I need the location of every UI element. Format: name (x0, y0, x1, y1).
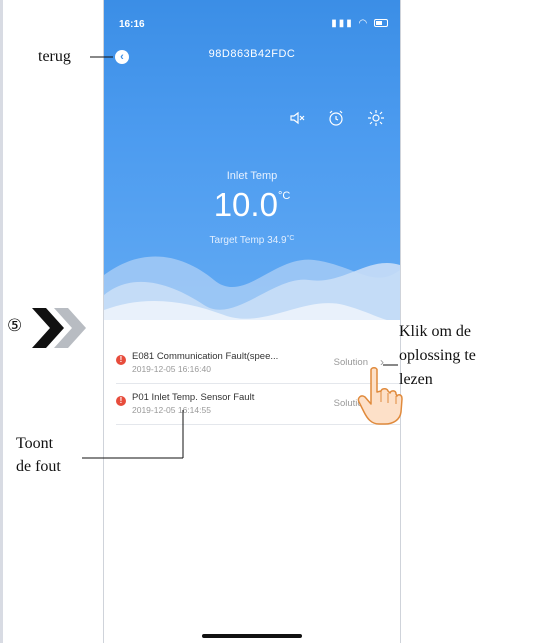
double-chevron-icon (32, 308, 86, 348)
inlet-temp-label: Inlet Temp (226, 170, 278, 182)
phone-screen: 16:16 ▮▮▮ ◠ ‹ 98D863B42FDC Inlet Temp 10… (103, 0, 401, 643)
annotation-back: terug (38, 48, 71, 65)
status-icons: ▮▮▮ ◠ (331, 18, 388, 29)
annotation-solution-line3: lezen (399, 371, 433, 388)
fault-title: E081 Communication Fault(spee... (132, 351, 279, 362)
annotation-solution-line1: Klik om de (399, 323, 471, 340)
brightness-icon[interactable] (366, 108, 386, 128)
mute-speaker-icon[interactable] (288, 108, 308, 128)
fault-time: 2019-12-05 16:14:55 (132, 405, 211, 415)
error-icon: ! (116, 355, 126, 365)
signal-icon: ▮▮▮ (331, 18, 354, 29)
page-left-border (0, 0, 3, 643)
home-indicator (202, 634, 302, 638)
fault-time: 2019-12-05 16:16:40 (132, 364, 211, 374)
tap-hand-icon (357, 367, 403, 425)
annotation-solution-line2: oplossing te (399, 347, 476, 364)
device-id-title: 98D863B42FDC (208, 48, 296, 60)
device-header: 16:16 ▮▮▮ ◠ ‹ 98D863B42FDC Inlet Temp 10… (104, 0, 400, 320)
annotation-fault-line1: Toont (16, 435, 54, 452)
step-number: ⑤ (7, 316, 23, 336)
inlet-temp-value: 10.0°C (104, 186, 400, 224)
fault-title: P01 Inlet Temp. Sensor Fault (132, 392, 255, 403)
inlet-temp-unit: °C (277, 190, 291, 202)
error-icon: ! (116, 396, 126, 406)
battery-icon (374, 19, 388, 28)
status-time: 16:16 (119, 19, 145, 30)
control-icons (284, 108, 394, 128)
alarm-clock-icon[interactable] (326, 108, 346, 128)
annotation-fault-line2: de fout (16, 458, 61, 475)
wifi-icon: ◠ (358, 18, 370, 29)
wave-decoration (104, 256, 400, 320)
inlet-temp-number: 10.0 (213, 186, 278, 223)
